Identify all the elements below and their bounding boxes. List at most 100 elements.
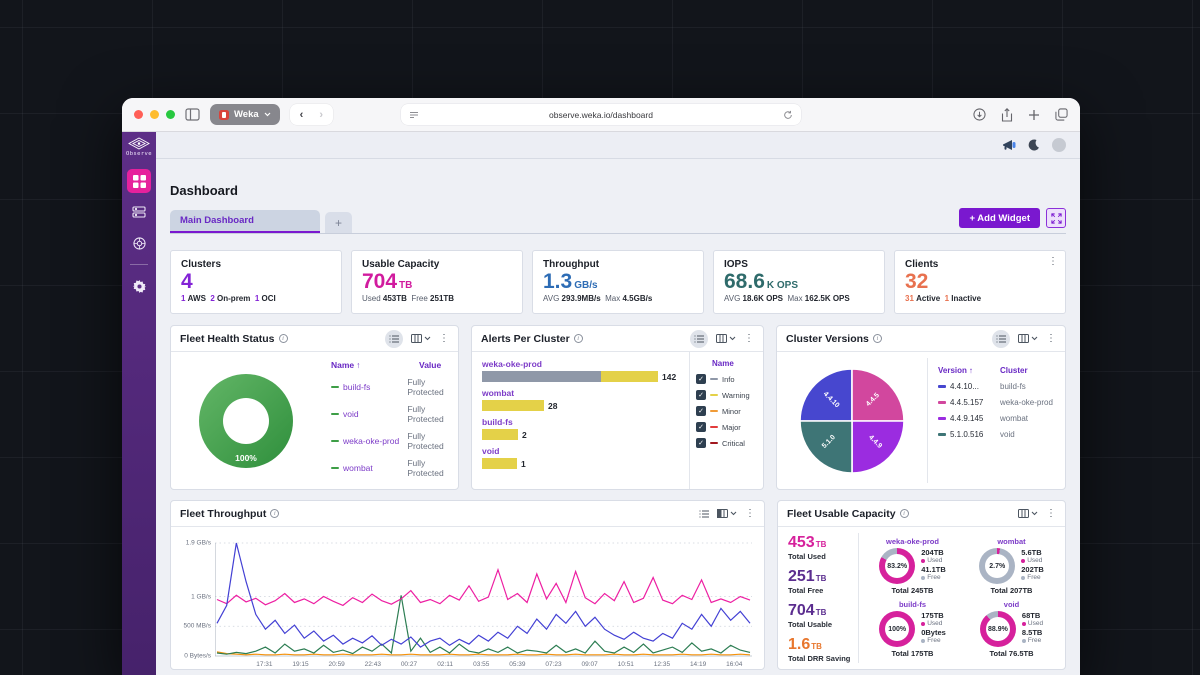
announcements-icon[interactable] — [1002, 139, 1016, 151]
capacity-totals: 453TBTotal Used251TBTotal Free704TBTotal… — [778, 527, 858, 669]
cluster-name[interactable]: build-fs — [867, 600, 958, 609]
columns-icon[interactable] — [411, 334, 431, 343]
info-icon[interactable]: i — [900, 509, 909, 518]
add-widget-button[interactable]: + Add Widget — [959, 208, 1040, 228]
user-avatar[interactable] — [1052, 138, 1066, 152]
gauge-donut-chart: 83.2% — [879, 548, 915, 584]
forward-button[interactable]: › — [319, 109, 323, 121]
cluster-name[interactable]: weka-oke-prod — [343, 436, 407, 446]
sidebar-item-clusters[interactable] — [127, 200, 151, 224]
checkbox-checked-icon[interactable]: ✓ — [696, 374, 706, 384]
column-header-version[interactable]: Version↑ — [938, 366, 1000, 375]
y-axis-label: 500 MB/s — [175, 623, 211, 630]
alert-bar-group: weka-oke-prod142 — [482, 359, 679, 382]
legend-toggle-icon[interactable] — [992, 330, 1010, 348]
checkbox-checked-icon[interactable]: ✓ — [696, 390, 706, 400]
kebab-menu-icon[interactable]: ⋮ — [744, 334, 754, 344]
reader-mode-icon[interactable] — [409, 110, 419, 120]
alert-count-label: 1 — [521, 459, 526, 469]
tab-main-dashboard[interactable]: Main Dashboard — [170, 210, 320, 233]
column-header-value[interactable]: Value — [419, 360, 441, 370]
zoom-window-button[interactable] — [166, 110, 175, 119]
bar-segment-warning — [601, 371, 658, 382]
cluster-name[interactable]: wombat — [966, 537, 1057, 546]
x-axis-label: 05:39 — [509, 661, 525, 668]
cluster-name[interactable]: build-fs — [482, 417, 679, 427]
columns-icon[interactable] — [716, 334, 736, 343]
column-header-name[interactable]: Name↑ — [331, 360, 419, 370]
sidebar-item-settings[interactable] — [127, 274, 151, 298]
browser-tab[interactable]: Weka — [210, 104, 280, 125]
observe-logo: Observe — [126, 137, 152, 157]
legend-item: ✓Warning — [696, 390, 757, 400]
new-tab-icon[interactable] — [1028, 109, 1040, 121]
add-tab-button[interactable]: + — [325, 212, 352, 233]
table-row: 4.4.5.157weka-oke-prod — [938, 398, 1057, 407]
sidebar-item-dashboard[interactable] — [127, 169, 151, 193]
stat-card: Clusters41 AWS 2 On-prem 1 OCI — [170, 250, 342, 314]
info-icon[interactable]: i — [574, 334, 583, 343]
cluster-name[interactable]: build-fs — [343, 382, 407, 392]
chevron-down-icon — [424, 336, 431, 341]
free-value: 41.1TB — [921, 566, 946, 574]
stat-card-value: 1.3GB/s — [543, 271, 693, 293]
columns-icon[interactable] — [717, 509, 737, 518]
share-icon[interactable] — [1001, 108, 1013, 122]
minimize-window-button[interactable] — [150, 110, 159, 119]
kebab-menu-icon[interactable]: ⋮ — [1046, 334, 1056, 344]
cluster-name[interactable]: wombat — [343, 463, 407, 473]
gauge-percent-label: 88.9% — [980, 611, 1016, 647]
used-label: Used — [921, 557, 946, 564]
table-row: 4.4.10...build-fs — [938, 382, 1057, 391]
rearrange-widgets-button[interactable] — [1046, 208, 1066, 228]
free-label: Free — [1022, 637, 1043, 644]
table-row: voidFully Protected — [331, 404, 455, 424]
capacity-gauge: build-fs100%175TBUsed0BytesFreeTotal 175… — [863, 598, 962, 661]
columns-icon[interactable] — [1018, 509, 1038, 518]
series-line-magenta — [217, 570, 750, 606]
cluster-name: wombat — [1000, 414, 1028, 423]
info-icon[interactable]: i — [279, 334, 288, 343]
dark-mode-moon-icon[interactable] — [1028, 139, 1040, 151]
info-icon[interactable]: i — [270, 509, 279, 518]
kebab-menu-icon[interactable]: ⋮ — [1046, 509, 1056, 519]
cluster-name: void — [1000, 430, 1015, 439]
plus-icon: + — [335, 216, 342, 230]
downloads-icon[interactable] — [973, 108, 986, 121]
legend-item: ✓Info — [696, 374, 757, 384]
reload-icon[interactable] — [783, 110, 793, 120]
back-button[interactable]: ‹ — [300, 109, 304, 121]
legend-toggle-icon[interactable] — [385, 330, 403, 348]
x-axis-label: 17:31 — [256, 661, 272, 668]
cluster-name[interactable]: void — [966, 600, 1057, 609]
close-window-button[interactable] — [134, 110, 143, 119]
cluster-name[interactable]: wombat — [482, 388, 679, 398]
gauge-donut-chart: 100% — [879, 611, 915, 647]
health-value: Fully Protected — [407, 458, 455, 478]
app-header — [156, 132, 1080, 159]
checkbox-checked-icon[interactable]: ✓ — [696, 422, 706, 432]
cluster-name[interactable]: void — [343, 409, 407, 419]
info-icon[interactable]: i — [873, 334, 882, 343]
tab-overview-icon[interactable] — [1055, 108, 1068, 121]
kebab-menu-icon[interactable]: ⋮ — [1048, 257, 1058, 267]
gauge-percent-label: 83.2% — [879, 548, 915, 584]
legend-toggle-icon[interactable] — [690, 330, 708, 348]
cluster-name[interactable]: weka-oke-prod — [482, 359, 679, 369]
kebab-menu-icon[interactable]: ⋮ — [439, 334, 449, 344]
cluster-name[interactable]: void — [482, 446, 679, 456]
url-bar[interactable]: observe.weka.io/dashboard — [401, 104, 801, 125]
columns-icon[interactable] — [1018, 334, 1038, 343]
legend-toggle-icon[interactable] — [699, 510, 709, 518]
sidebar-item-support[interactable] — [127, 231, 151, 255]
widget-title: Fleet Throughput — [180, 508, 266, 520]
window-controls[interactable] — [134, 110, 175, 119]
series-marker — [938, 433, 946, 436]
series-marker — [938, 417, 946, 420]
checkbox-checked-icon[interactable]: ✓ — [696, 438, 706, 448]
cluster-name[interactable]: weka-oke-prod — [867, 537, 958, 546]
column-header-cluster[interactable]: Cluster — [1000, 366, 1028, 375]
checkbox-checked-icon[interactable]: ✓ — [696, 406, 706, 416]
kebab-menu-icon[interactable]: ⋮ — [745, 509, 755, 519]
sidebar-toggle-icon[interactable] — [185, 108, 200, 121]
